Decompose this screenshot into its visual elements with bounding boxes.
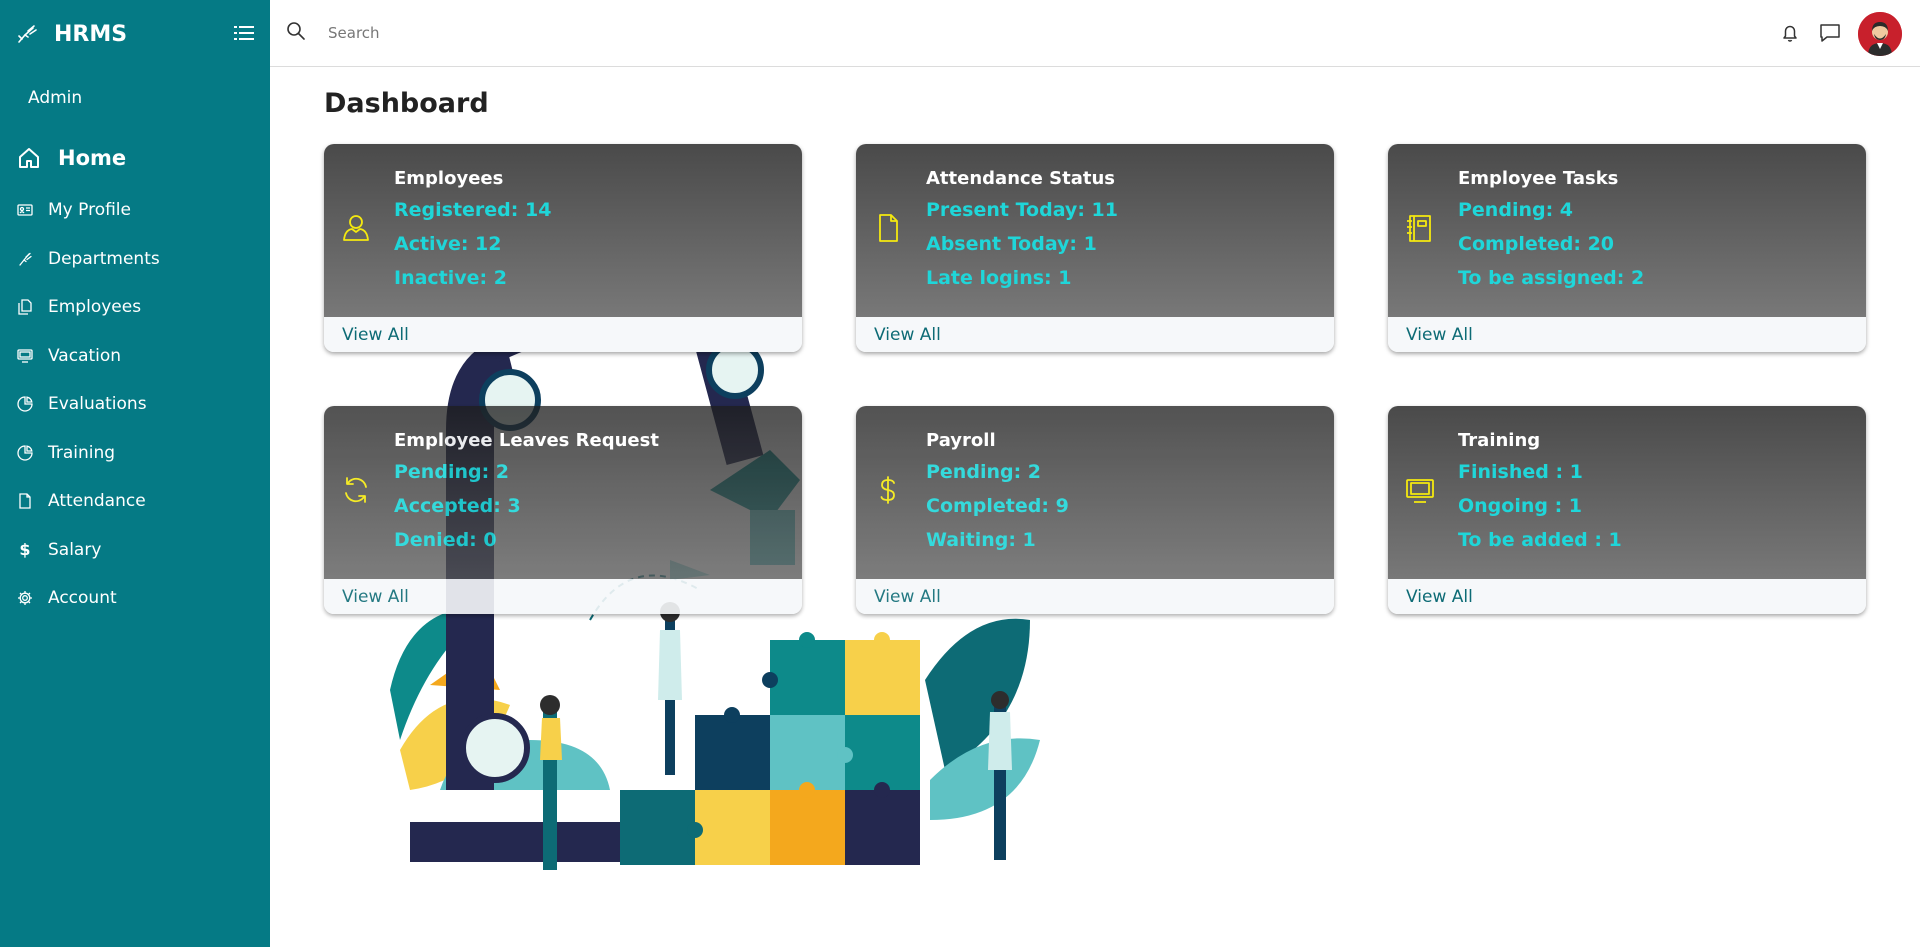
card-stat: To be added : 1: [1458, 529, 1622, 551]
card-stat: Absent Today: 1: [926, 233, 1097, 255]
sidebar-item-home[interactable]: Home: [0, 130, 270, 186]
card-stat: Registered: 14: [394, 199, 552, 221]
card-title: Training: [1458, 430, 1541, 451]
monitor-icon: [1406, 479, 1434, 503]
card-stat: Ongoing : 1: [1458, 495, 1583, 517]
avatar[interactable]: [1858, 12, 1902, 56]
sidebar-item-label: Salary: [48, 539, 102, 560]
employees-card: Employees Registered: 14 Active: 12 Inac…: [324, 144, 802, 352]
payroll-card: Payroll Pending: 2 Completed: 9 Waiting:…: [856, 406, 1334, 614]
view-all-link[interactable]: View All: [856, 579, 1334, 614]
monitor-icon: [17, 348, 33, 364]
card-stat: Inactive: 2: [394, 267, 507, 289]
card-stat: Pending: 4: [1458, 199, 1574, 221]
sidebar-item-salary[interactable]: $ Salary: [0, 526, 270, 575]
employee-tasks-card: Employee Tasks Pending: 4 Completed: 20 …: [1388, 144, 1866, 352]
view-all-link[interactable]: View All: [1388, 317, 1866, 352]
card-stat: Accepted: 3: [394, 495, 521, 517]
user-avatar-icon: [1858, 12, 1902, 56]
sidebar-item-label: Attendance: [48, 491, 146, 512]
card-stat: Finished : 1: [1458, 461, 1583, 483]
sidebar-item-departments[interactable]: Departments: [0, 235, 270, 284]
card-title: Payroll: [926, 430, 996, 451]
pie-chart-icon: [17, 445, 33, 461]
id-card-icon: [17, 202, 33, 218]
sidebar-item-label: Evaluations: [48, 394, 147, 415]
chat-icon[interactable]: [1819, 22, 1841, 44]
card-title: Employee Tasks: [1458, 168, 1619, 189]
home-icon: [17, 146, 41, 170]
documents-icon: [17, 299, 33, 315]
sidebar-item-my-profile[interactable]: My Profile: [0, 186, 270, 235]
sidebar-item-label: My Profile: [48, 200, 131, 221]
card-title: Employee Leaves Request: [394, 430, 659, 451]
search-input[interactable]: [328, 18, 828, 48]
file-icon: [879, 214, 898, 242]
card-stat: Waiting: 1: [926, 529, 1036, 551]
sidebar-item-label: Home: [58, 146, 127, 170]
notebook-icon: [1407, 215, 1431, 242]
pie-chart-icon: [17, 396, 33, 412]
view-all-link[interactable]: View All: [1388, 579, 1866, 614]
card-stat: Present Today: 11: [926, 199, 1118, 221]
card-stat: Completed: 20: [1458, 233, 1615, 255]
card-body: Training Finished : 1 Ongoing : 1 To be …: [1388, 406, 1866, 579]
sidebar-item-label: Employees: [48, 297, 142, 318]
app-name: HRMS: [54, 21, 128, 47]
card-body: Employees Registered: 14 Active: 12 Inac…: [324, 144, 802, 317]
view-all-label: View All: [342, 586, 409, 607]
sidebar-item-account[interactable]: Account: [0, 574, 270, 623]
page-title: Dashboard: [324, 88, 489, 119]
card-stat: Active: 12: [394, 233, 502, 255]
sidebar-item-label: Departments: [48, 248, 160, 269]
card-title: Attendance Status: [926, 168, 1115, 189]
training-card: Training Finished : 1 Ongoing : 1 To be …: [1388, 406, 1866, 614]
card-body: Attendance Status Present Today: 11 Abse…: [856, 144, 1334, 317]
attendance-status-card: Attendance Status Present Today: 11 Abse…: [856, 144, 1334, 352]
view-all-label: View All: [342, 324, 409, 345]
gear-icon: [17, 590, 33, 606]
sidebar-item-training[interactable]: Training: [0, 429, 270, 478]
sidebar-item-vacation[interactable]: Vacation: [0, 332, 270, 381]
card-stat: Late logins: 1: [926, 267, 1072, 289]
card-title: Employees: [394, 168, 504, 189]
card-stat: To be assigned: 2: [1458, 267, 1645, 289]
dollar-icon: [880, 476, 895, 504]
hand-icon: [17, 251, 33, 267]
user-role: Admin: [28, 88, 83, 108]
card-body: Employee Tasks Pending: 4 Completed: 20 …: [1388, 144, 1866, 317]
sidebar: HRMS Admin Home My Profile Departments E…: [0, 0, 270, 947]
menu-list-icon[interactable]: [234, 24, 254, 42]
view-all-label: View All: [1406, 586, 1473, 607]
sidebar-item-employees[interactable]: Employees: [0, 283, 270, 332]
card-body: Payroll Pending: 2 Completed: 9 Waiting:…: [856, 406, 1334, 579]
card-body: Employee Leaves Request Pending: 2 Accep…: [324, 406, 802, 579]
card-stat: Pending: 2: [926, 461, 1042, 483]
brand[interactable]: HRMS: [16, 18, 127, 50]
sidebar-item-label: Training: [48, 442, 116, 463]
view-all-label: View All: [874, 586, 941, 607]
view-all-label: View All: [874, 324, 941, 345]
leaves-request-card: Employee Leaves Request Pending: 2 Accep…: [324, 406, 802, 614]
sidebar-item-label: Vacation: [48, 345, 122, 366]
sidebar-item-evaluations[interactable]: Evaluations: [0, 380, 270, 429]
view-all-label: View All: [1406, 324, 1473, 345]
user-icon: [343, 215, 369, 241]
view-all-link[interactable]: View All: [324, 579, 802, 614]
file-icon: [17, 493, 33, 509]
sidebar-nav: Home My Profile Departments Employees Va…: [0, 130, 270, 623]
sidebar-item-label: Account: [48, 588, 117, 609]
dollar-icon: $: [19, 539, 31, 559]
view-all-link[interactable]: View All: [856, 317, 1334, 352]
bell-icon[interactable]: [1780, 23, 1800, 43]
search-icon[interactable]: [286, 21, 306, 41]
card-stat: Completed: 9: [926, 495, 1069, 517]
card-stat: Pending: 2: [394, 461, 510, 483]
sidebar-item-attendance[interactable]: Attendance: [0, 477, 270, 526]
top-header: [270, 0, 1920, 67]
hand-icon: [18, 25, 37, 43]
card-stat: Denied: 0: [394, 529, 497, 551]
view-all-link[interactable]: View All: [324, 317, 802, 352]
refresh-icon: [345, 477, 367, 503]
